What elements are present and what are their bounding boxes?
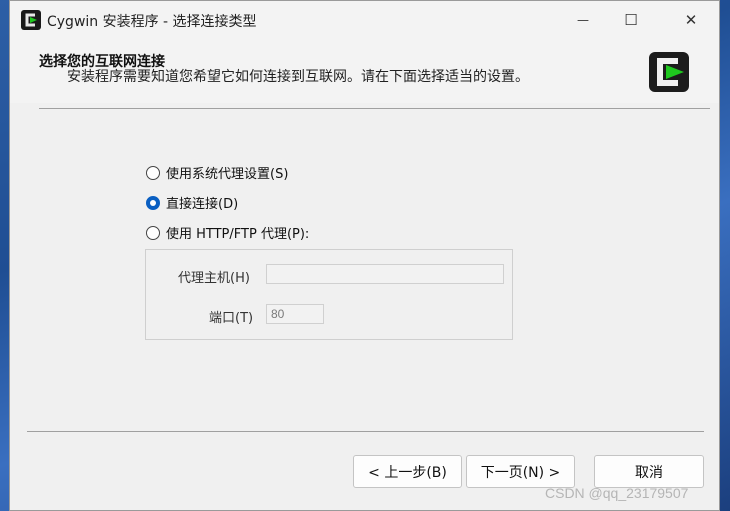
radio-http-ftp-proxy[interactable]: 使用 HTTP/FTP 代理(P): [146, 223, 309, 242]
radio-system-proxy[interactable]: 使用系统代理设置(S) [146, 163, 288, 182]
proxy-host-input[interactable] [266, 264, 504, 284]
radio-label: 直接连接(D) [166, 197, 239, 212]
footer-divider [27, 431, 704, 432]
proxy-host-label: 代理主机(H) [178, 271, 250, 286]
cancel-button[interactable]: 取消 [594, 455, 704, 488]
watermark-text: CSDN @qq_23179507 [545, 485, 689, 501]
maximize-button[interactable]: ☐ [608, 1, 654, 39]
minimize-icon: — [577, 13, 589, 27]
radio-circle[interactable] [146, 165, 160, 180]
close-button[interactable]: ✕ [668, 1, 714, 39]
proxy-settings-group: 代理主机(H) 端口(T) 80 [145, 249, 513, 340]
title-bar[interactable]: Cygwin 安装程序 - 选择连接类型 — ☐ ✕ [10, 1, 719, 39]
header-divider [39, 108, 710, 109]
radio-label: 使用 HTTP/FTP 代理(P): [166, 227, 310, 242]
radio-direct-connection[interactable]: 直接连接(D) [146, 193, 238, 212]
close-icon: ✕ [684, 11, 698, 29]
radio-label: 使用系统代理设置(S) [166, 167, 289, 182]
radio-circle-checked[interactable] [146, 195, 160, 210]
next-button[interactable]: 下一页(N) > [466, 455, 575, 488]
proxy-port-label: 端口(T) [209, 311, 254, 326]
maximize-icon: ☐ [624, 11, 638, 29]
back-button[interactable]: < 上一步(B) [353, 455, 462, 488]
window-title: Cygwin 安装程序 - 选择连接类型 [47, 14, 257, 30]
installer-window: Cygwin 安装程序 - 选择连接类型 — ☐ ✕ 选择您的互联网连接 安装程… [9, 0, 720, 511]
radio-circle[interactable] [146, 225, 160, 240]
cygwin-app-icon [21, 10, 41, 30]
page-description: 安装程序需要知道您希望它如何连接到互联网。请在下面选择适当的设置。 [67, 69, 529, 85]
minimize-button[interactable]: — [560, 1, 606, 39]
cygwin-logo-icon [649, 52, 689, 92]
proxy-port-input[interactable]: 80 [266, 304, 324, 324]
page-header: 选择您的互联网连接 安装程序需要知道您希望它如何连接到互联网。请在下面选择适当的… [10, 39, 719, 103]
